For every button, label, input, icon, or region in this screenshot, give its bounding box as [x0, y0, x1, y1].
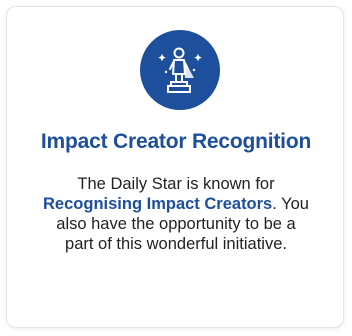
highlight-text: Recognising Impact Creators: [43, 195, 273, 213]
card-title: Impact Creator Recognition: [40, 130, 312, 153]
description-line-3: also have the opportunity to be a: [56, 215, 296, 233]
card-description: The Daily Star is known for Recognising …: [22, 174, 330, 254]
award-statue-icon: [140, 30, 220, 110]
description-line-4: part of this wonderful initiative.: [65, 235, 287, 253]
description-line-2-suffix: . You: [272, 195, 309, 213]
description-line-2: Recognising Impact Creators. You: [22, 194, 330, 214]
description-line-1: The Daily Star is known for: [77, 175, 275, 193]
